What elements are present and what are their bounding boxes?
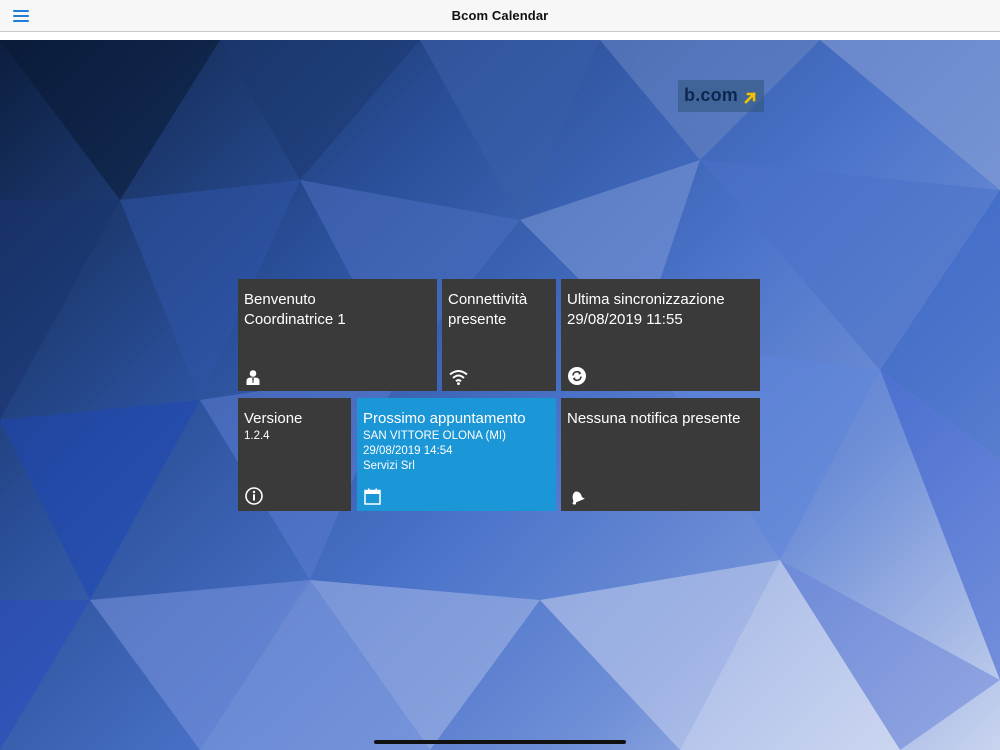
wifi-icon: [449, 370, 468, 385]
version-tile[interactable]: Versione 1.2.4: [238, 398, 351, 511]
sync-icon: [568, 367, 586, 385]
sync-text: Ultima sincronizzazione 29/08/2019 11:55: [567, 291, 725, 328]
version-label: Versione: [244, 410, 303, 427]
welcome-tile[interactable]: Benvenuto Coordinatrice 1: [238, 279, 437, 391]
background-wallpaper: [0, 40, 1000, 750]
logo-arrow-icon: [744, 92, 756, 104]
appointment-title: Prossimo appuntamento: [363, 410, 526, 427]
home-indicator[interactable]: [374, 740, 626, 744]
info-icon: [245, 487, 263, 505]
connectivity-text: Connettività presente: [448, 291, 528, 328]
notifications-tile[interactable]: Nessuna notifica presente: [561, 398, 760, 511]
bell-icon: [572, 491, 585, 505]
version-value: 1.2.4: [244, 430, 270, 442]
appointment-datetime: 29/08/2019 14:54: [363, 445, 453, 457]
appointment-location: SAN VITTORE OLONA (MI): [363, 430, 506, 442]
appointment-company: Servizi Srl: [363, 460, 415, 472]
calendar-icon: [364, 488, 381, 505]
welcome-text: Benvenuto Coordinatrice 1: [244, 291, 346, 328]
logo-text: b.com: [684, 85, 739, 105]
page-title: Bcom Calendar: [451, 8, 549, 23]
notifications-text: Nessuna notifica presente: [567, 410, 741, 427]
bcom-logo: b.com: [678, 80, 764, 112]
sync-tile[interactable]: Ultima sincronizzazione 29/08/2019 11:55: [561, 279, 760, 391]
navigation-bar: Bcom Calendar: [0, 0, 1000, 32]
connectivity-tile[interactable]: Connettività presente: [442, 279, 556, 391]
user-icon: [246, 370, 260, 385]
next-appointment-tile[interactable]: Prossimo appuntamento SAN VITTORE OLONA …: [357, 398, 556, 511]
